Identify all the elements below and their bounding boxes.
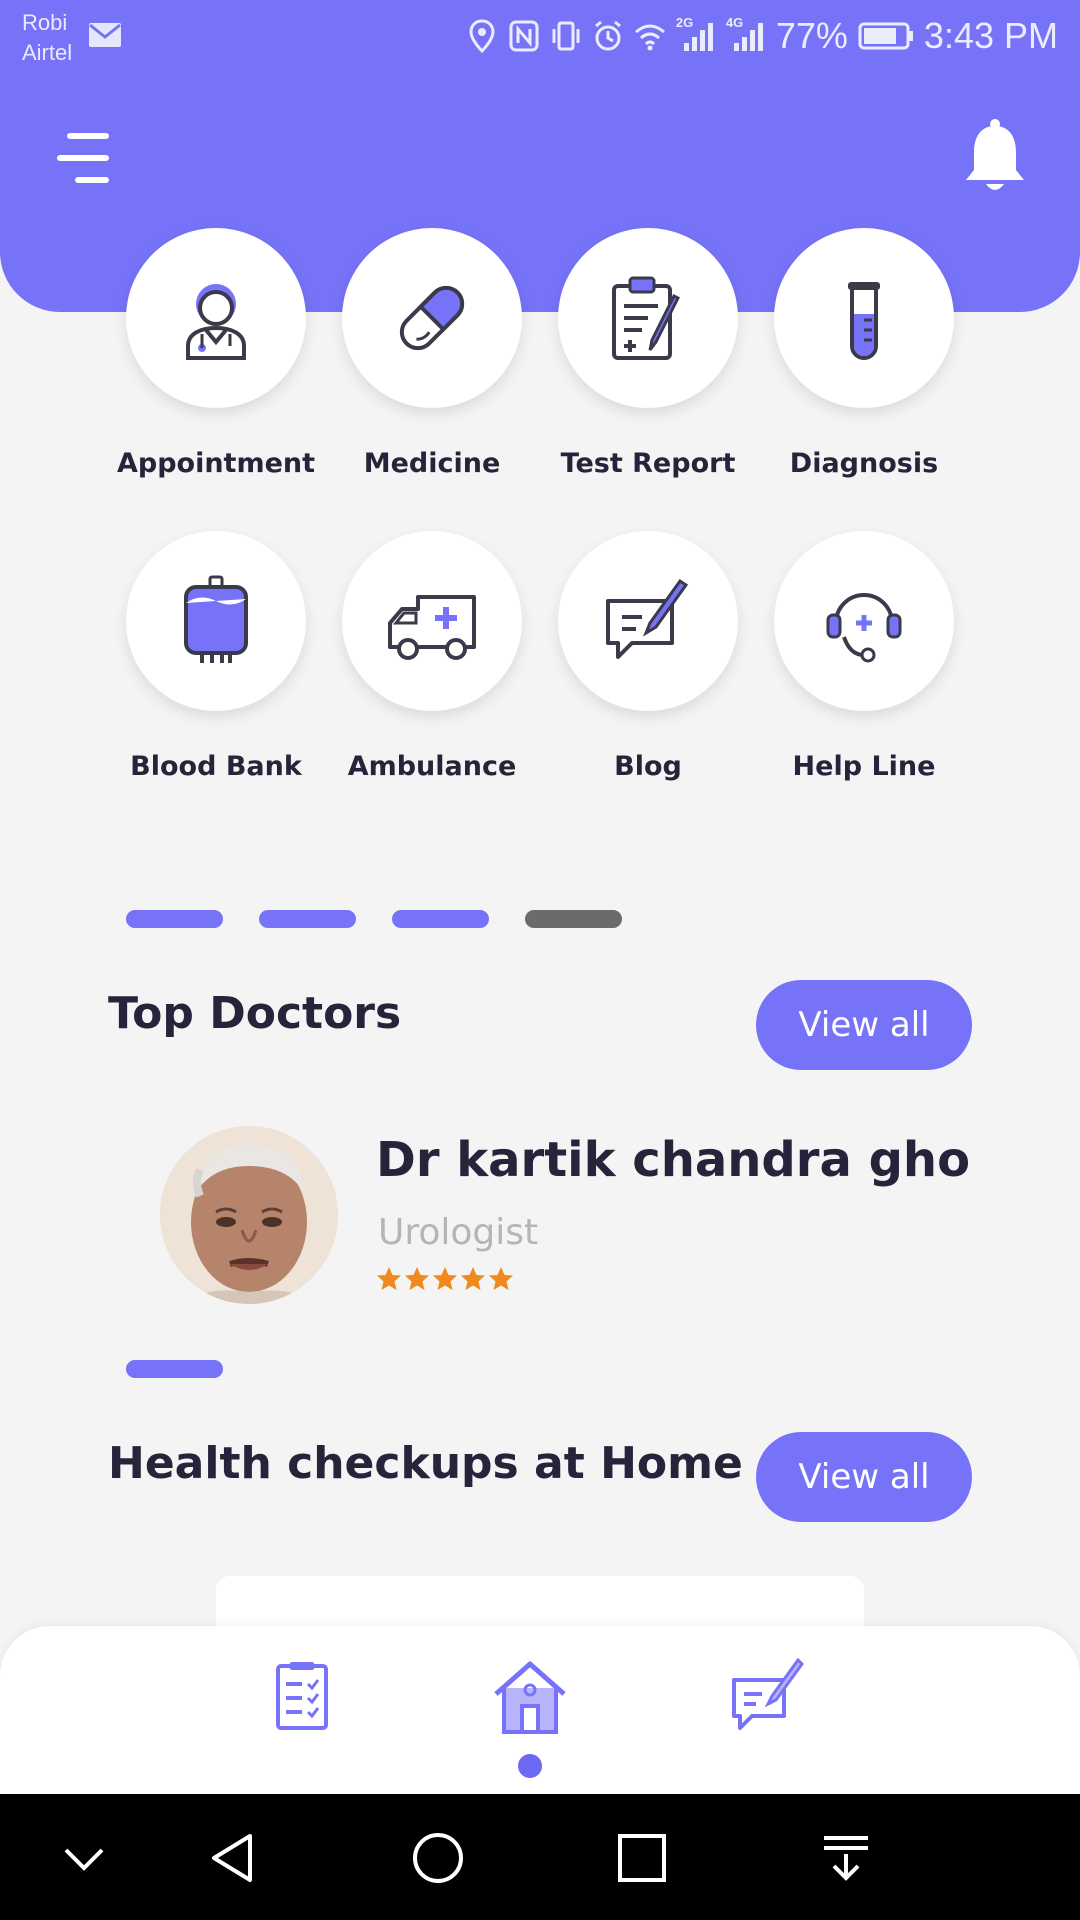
status-bar: Robi Airtel 2G 4G 77% 3:43 PM bbox=[0, 0, 1080, 72]
blog-button[interactable] bbox=[558, 531, 738, 711]
network-4g-label: 4G bbox=[725, 15, 744, 30]
network-2g-label: 2G bbox=[675, 15, 694, 30]
doctors-pager bbox=[126, 1360, 223, 1378]
top-doctors-title: Top Doctors bbox=[108, 988, 402, 1039]
ambulance-button[interactable] bbox=[342, 531, 522, 711]
pager-dot[interactable] bbox=[392, 910, 489, 928]
recents-icon[interactable] bbox=[614, 1830, 670, 1886]
pager-dot-active[interactable] bbox=[126, 1360, 223, 1378]
appointment-button[interactable] bbox=[126, 228, 306, 408]
menu-icon[interactable] bbox=[56, 130, 116, 186]
service-test-report[interactable]: Test Report bbox=[543, 228, 753, 479]
location-icon bbox=[469, 19, 495, 53]
carrier-name: Robi Airtel bbox=[22, 8, 72, 68]
service-medicine[interactable]: Medicine bbox=[327, 228, 537, 479]
blog-edit-icon[interactable] bbox=[728, 1656, 808, 1736]
service-label: Diagnosis bbox=[789, 448, 939, 479]
chevron-down-icon[interactable] bbox=[56, 1830, 112, 1886]
active-tab-indicator bbox=[518, 1754, 542, 1778]
star-icon bbox=[405, 1267, 429, 1290]
service-appointment[interactable]: Appointment bbox=[111, 228, 321, 479]
mail-icon bbox=[89, 23, 121, 47]
service-ambulance[interactable]: Ambulance bbox=[327, 531, 537, 782]
bell-icon[interactable] bbox=[962, 118, 1028, 194]
star-icon bbox=[461, 1267, 485, 1290]
wifi-icon bbox=[634, 24, 665, 51]
service-label: Blog bbox=[614, 751, 682, 782]
home-icon[interactable] bbox=[490, 1656, 570, 1736]
vibrate-icon bbox=[552, 21, 580, 51]
battery-icon bbox=[858, 22, 913, 50]
pill-icon bbox=[399, 285, 465, 351]
carrier-line-2: Airtel bbox=[22, 40, 73, 65]
service-label: Ambulance bbox=[347, 751, 517, 782]
doctor-avatar bbox=[160, 1126, 338, 1304]
home-circle-icon[interactable] bbox=[410, 1830, 466, 1886]
medicine-button[interactable] bbox=[342, 228, 522, 408]
health-checkups-view-all-button[interactable]: View all bbox=[756, 1432, 972, 1522]
service-blood-bank[interactable]: Blood Bank bbox=[111, 531, 321, 782]
pager-dot-active[interactable] bbox=[525, 910, 622, 928]
chat-edit-icon bbox=[606, 578, 689, 659]
star-icon bbox=[433, 1267, 457, 1290]
clock: 3:43 PM bbox=[923, 15, 1058, 56]
service-diagnosis[interactable]: Diagnosis bbox=[759, 228, 969, 479]
ambulance-icon bbox=[388, 595, 476, 660]
alarm-icon bbox=[594, 20, 621, 51]
clipboard-pen-icon bbox=[612, 276, 681, 360]
pager-dot[interactable] bbox=[126, 910, 223, 928]
test-report-button[interactable] bbox=[558, 228, 738, 408]
bottom-navigation bbox=[0, 1626, 1080, 1794]
service-label: Help Line bbox=[792, 751, 936, 782]
star-icon bbox=[377, 1267, 401, 1290]
signal-4g-icon: 4G bbox=[726, 15, 766, 53]
checklist-icon[interactable] bbox=[262, 1656, 342, 1736]
notification-pull-icon[interactable] bbox=[818, 1830, 874, 1886]
diagnosis-button[interactable] bbox=[774, 228, 954, 408]
service-blog[interactable]: Blog bbox=[543, 531, 753, 782]
service-help-line[interactable]: Help Line bbox=[759, 531, 969, 782]
doctor-specialty: Urologist bbox=[378, 1212, 539, 1253]
top-doctors-view-all-button[interactable]: View all bbox=[756, 980, 972, 1070]
system-navigation-bar bbox=[0, 1794, 1080, 1920]
service-label: Test Report bbox=[560, 448, 736, 479]
carrier-line-1: Robi bbox=[22, 10, 68, 35]
doctor-icon bbox=[186, 284, 246, 360]
blood-bank-button[interactable] bbox=[126, 531, 306, 711]
status-indicators: 2G 4G 77% 3:43 PM bbox=[466, 12, 1058, 60]
headset-icon bbox=[826, 593, 902, 663]
service-label: Appointment bbox=[116, 448, 316, 479]
service-label: Medicine bbox=[363, 448, 501, 479]
battery-percent: 77% bbox=[775, 15, 848, 56]
services-pager bbox=[126, 910, 622, 928]
help-line-button[interactable] bbox=[774, 531, 954, 711]
service-label: Blood Bank bbox=[130, 751, 302, 782]
health-checkups-title: Health checkups at Home bbox=[108, 1438, 743, 1489]
rating-stars bbox=[376, 1266, 514, 1292]
doctor-name: Dr kartik chandra ghosh bbox=[376, 1132, 970, 1188]
test-tube-icon bbox=[848, 282, 880, 360]
back-icon[interactable] bbox=[206, 1830, 262, 1886]
blood-bag-icon bbox=[184, 575, 248, 663]
doctor-card[interactable]: Dr kartik chandra ghosh Urologist bbox=[150, 1120, 970, 1310]
star-icon bbox=[489, 1267, 513, 1290]
nfc-icon bbox=[509, 20, 539, 52]
signal-2g-icon: 2G bbox=[676, 15, 716, 53]
pager-dot[interactable] bbox=[259, 910, 356, 928]
